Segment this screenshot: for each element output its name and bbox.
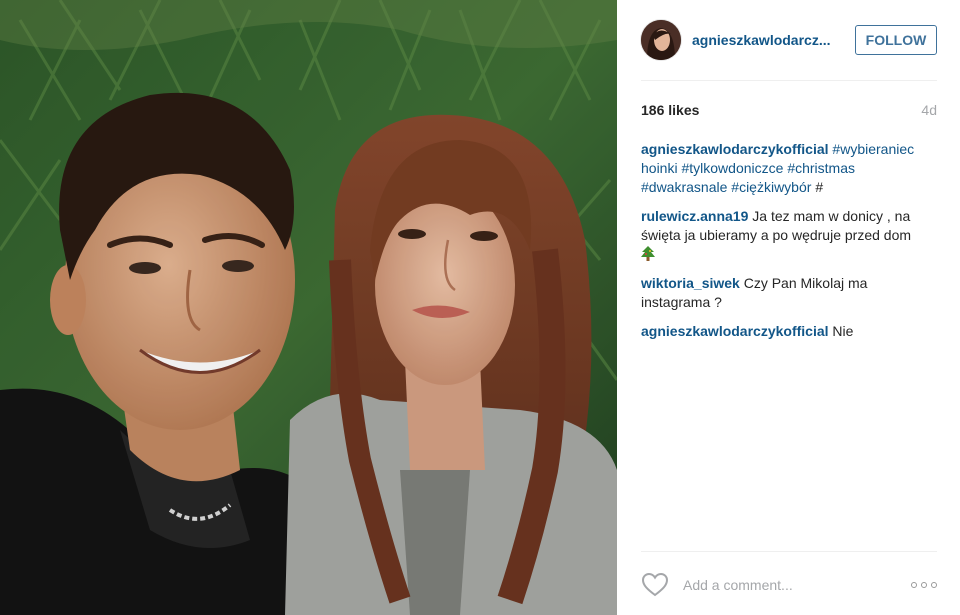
comment: agnieszkawlodarczykofficial Nie [641,322,937,341]
comments-list: agnieszkawlodarczykofficial #wybieraniec… [641,140,937,351]
divider [641,80,937,81]
post-stats: 186 likes 4d [641,102,937,118]
hashtag[interactable]: #tylkowdoniczce [681,160,783,176]
dot [911,582,917,588]
post-photo[interactable] [0,0,617,615]
hashtag: # [815,179,824,195]
hashtag[interactable]: #christmas [787,160,855,176]
comment-author[interactable]: rulewicz.anna19 [641,208,748,224]
comment-text: Nie [832,323,854,339]
selfie-photo [0,0,617,615]
post-age[interactable]: 4d [921,102,937,118]
avatar[interactable] [641,20,681,60]
comment-author[interactable]: wiktoria_siwek [641,275,740,291]
post-side-panel: agnieszkawlodarcz... FOLLOW 186 likes 4d… [617,0,960,615]
comment-author[interactable]: agnieszkawlodarczykofficial [641,323,829,339]
more-options-icon[interactable] [911,577,937,593]
likes-count[interactable]: 186 likes [641,102,699,118]
hashtag[interactable]: #dwakrasnale [641,179,727,195]
dot [921,582,927,588]
caption: agnieszkawlodarczykofficial #wybieraniec… [641,140,937,197]
heart-icon[interactable] [641,571,669,599]
add-comment-input[interactable] [681,576,895,594]
divider [641,551,937,552]
comment: rulewicz.anna19 Ja tez mam w donicy , na… [641,207,937,264]
hashtag[interactable]: #ciężkiwybór [731,179,811,195]
comment: wiktoria_siwek Czy Pan Mikolaj ma instag… [641,274,937,312]
post-header: agnieszkawlodarcz... FOLLOW [641,18,937,62]
post-footer [641,567,937,603]
instagram-post: agnieszkawlodarcz... FOLLOW 186 likes 4d… [0,0,960,615]
follow-button[interactable]: FOLLOW [855,25,937,55]
caption-author[interactable]: agnieszkawlodarczykofficial [641,141,829,157]
avatar-image [641,20,681,60]
username[interactable]: agnieszkawlodarcz... [692,32,842,48]
dot [931,582,937,588]
christmas-tree-icon [641,246,655,261]
